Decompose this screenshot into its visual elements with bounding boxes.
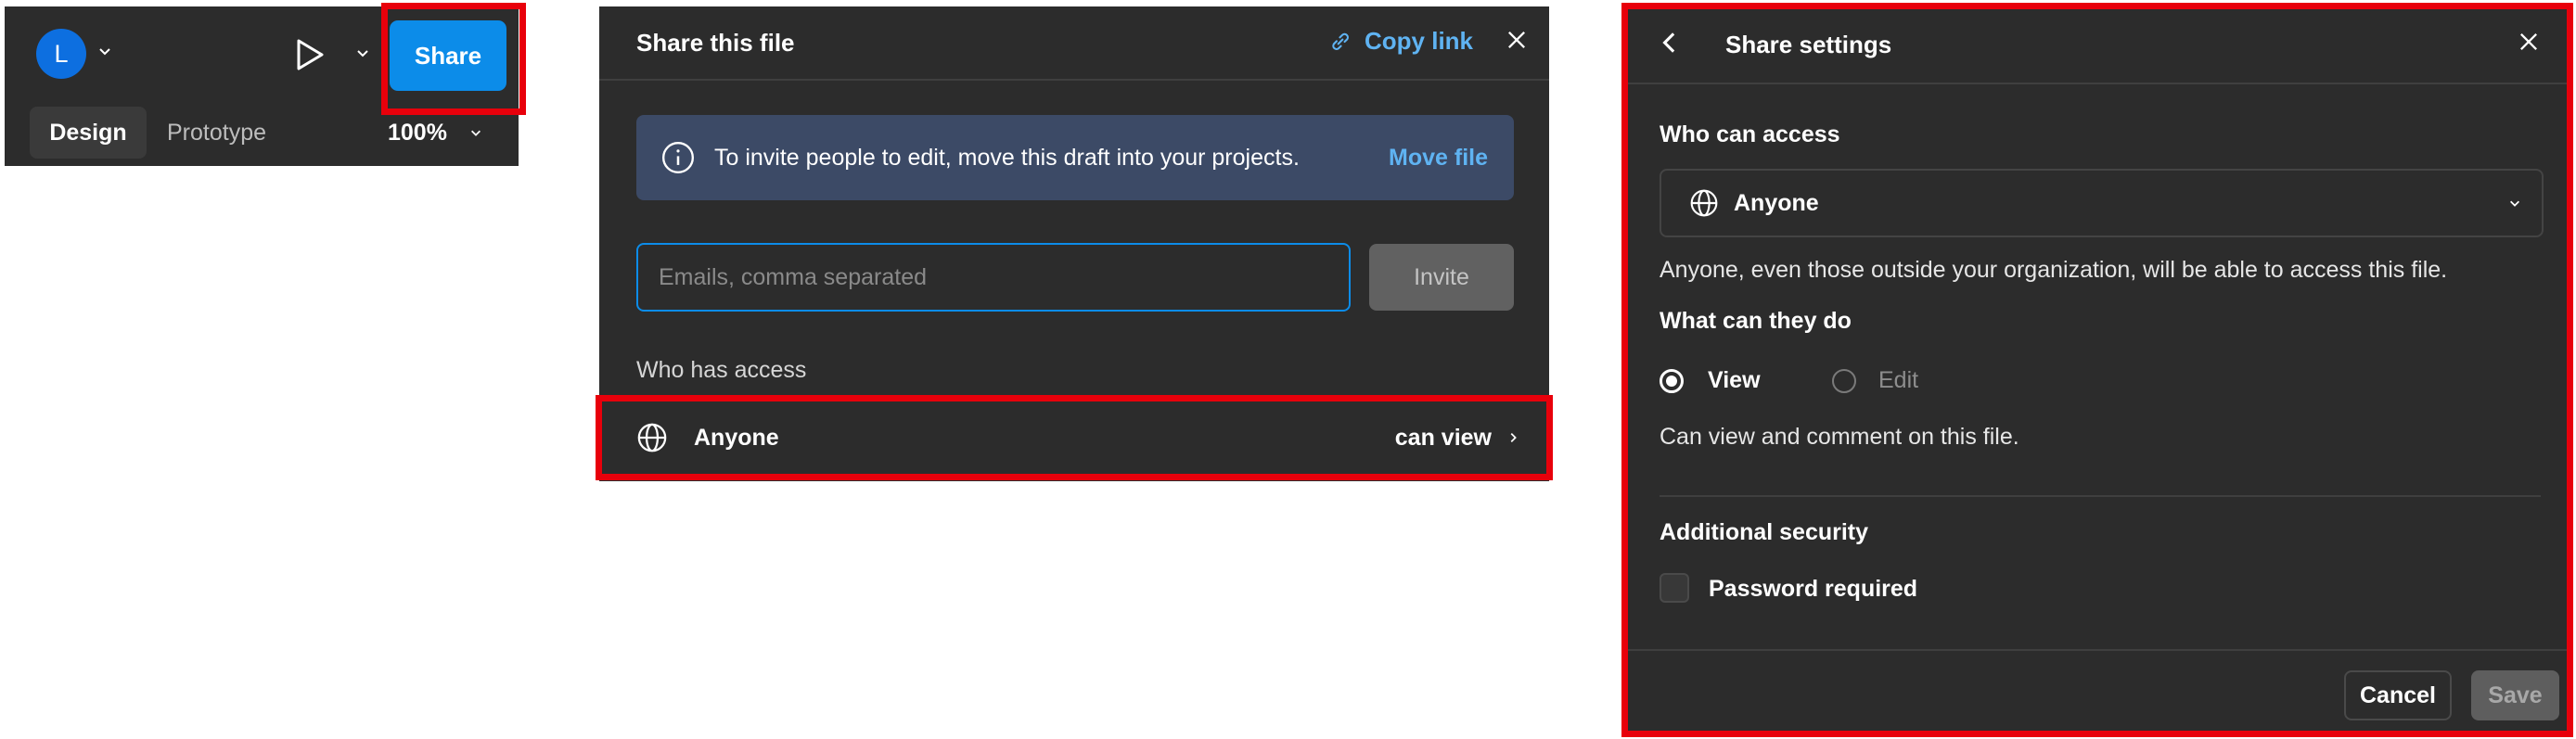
radio-edit-label: Edit — [1878, 367, 1919, 393]
copy-link-button[interactable]: Copy link — [1327, 27, 1473, 56]
radio-edit-indicator — [1832, 368, 1856, 393]
access-description: Anyone, even those outside your organiza… — [1660, 257, 2448, 283]
chevron-right-icon — [1506, 430, 1519, 445]
copy-link-label: Copy link — [1365, 27, 1474, 55]
save-button-label: Save — [2488, 682, 2543, 708]
close-icon[interactable] — [2516, 29, 2542, 55]
radio-view[interactable]: View — [1660, 367, 1761, 394]
tab-prototype-label: Prototype — [167, 119, 267, 146]
what-can-they-do-label: What can they do — [1660, 308, 1852, 334]
cancel-button-label: Cancel — [2360, 682, 2436, 708]
share-settings-panel: Share settings Who can access Anyone Any… — [1625, 6, 2570, 733]
zoom-chevron-down-icon — [469, 126, 482, 139]
back-chevron-left-icon[interactable] — [1660, 29, 1680, 57]
share-dialog-title: Share this file — [636, 29, 795, 57]
tab-design[interactable]: Design — [30, 107, 147, 159]
zoom-level[interactable]: 100% — [388, 107, 482, 159]
avatar-chevron-down-icon[interactable] — [97, 44, 112, 58]
access-row-anyone[interactable]: Anyone can view — [599, 394, 1549, 481]
zoom-value: 100% — [388, 119, 447, 146]
globe-icon — [1689, 188, 1719, 218]
move-file-link[interactable]: Move file — [1389, 145, 1488, 172]
invite-button[interactable]: Invite — [1369, 244, 1514, 311]
cancel-button[interactable]: Cancel — [2344, 670, 2452, 720]
save-button[interactable]: Save — [2471, 670, 2559, 720]
link-icon — [1327, 29, 1353, 55]
option-description: Can view and comment on this file. — [1660, 424, 2019, 450]
radio-view-label: View — [1708, 367, 1761, 393]
dialog-header-divider — [599, 79, 1549, 81]
play-chevron-down-icon[interactable] — [355, 45, 370, 60]
move-draft-banner: To invite people to edit, move this draf… — [636, 115, 1514, 200]
settings-header-divider — [1625, 83, 2570, 84]
toolbar-panel: L Share Design Prototype 100% — [5, 6, 519, 166]
who-has-access-label: Who has access — [636, 357, 807, 383]
globe-icon — [636, 422, 668, 453]
close-icon[interactable] — [1504, 27, 1530, 53]
tab-prototype[interactable]: Prototype — [167, 107, 266, 159]
tab-design-label: Design — [49, 119, 127, 146]
password-required-label: Password required — [1709, 576, 1918, 602]
banner-text: To invite people to edit, move this draf… — [714, 144, 1300, 171]
radio-view-indicator — [1660, 368, 1684, 393]
section-divider — [1660, 495, 2541, 497]
info-icon — [660, 140, 696, 175]
who-can-access-label: Who can access — [1660, 121, 1840, 147]
additional-security-label: Additional security — [1660, 519, 1869, 545]
chevron-down-icon — [2508, 197, 2521, 210]
invite-button-label: Invite — [1414, 263, 1469, 290]
access-select[interactable]: Anyone — [1660, 169, 2544, 237]
play-icon[interactable] — [294, 38, 326, 71]
footer-divider — [1625, 649, 2570, 651]
radio-edit[interactable]: Edit — [1832, 367, 1918, 394]
avatar-letter: L — [54, 39, 69, 68]
share-settings-title: Share settings — [1725, 31, 1892, 58]
email-input[interactable] — [636, 243, 1351, 312]
share-button-label: Share — [414, 41, 482, 70]
share-button[interactable]: Share — [390, 20, 506, 91]
user-avatar[interactable]: L — [36, 29, 86, 79]
share-dialog: Share this file Copy link To invite peop… — [599, 6, 1549, 481]
access-entry-permission: can view — [1394, 424, 1492, 451]
password-required-checkbox[interactable] — [1660, 573, 1689, 603]
access-entry-name: Anyone — [694, 424, 779, 451]
access-select-value: Anyone — [1734, 189, 1819, 216]
